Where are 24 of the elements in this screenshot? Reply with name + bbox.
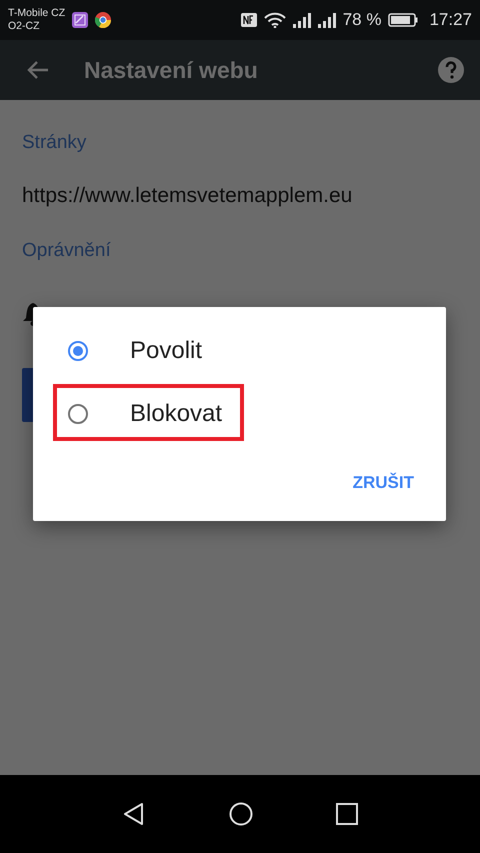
cancel-button[interactable]: ZRUŠIT xyxy=(340,467,426,499)
battery-percent: 78 % xyxy=(342,10,382,30)
option-label[interactable]: Blokovat xyxy=(130,400,222,428)
wifi-icon xyxy=(264,12,286,28)
option-label[interactable]: Povolit xyxy=(130,336,202,364)
clock-time: 17:27 xyxy=(429,10,472,30)
site-url: https://www.letemsvetemapplem.eu xyxy=(22,184,352,208)
battery-icon xyxy=(388,13,418,27)
help-icon[interactable] xyxy=(438,57,464,83)
carrier-name: T-Mobile CZ xyxy=(8,7,66,20)
signal-icon xyxy=(292,12,311,28)
home-icon[interactable] xyxy=(228,802,253,826)
radio-button[interactable] xyxy=(68,340,88,360)
section-heading: Oprávnění xyxy=(22,240,111,262)
signal-icon xyxy=(318,12,336,28)
browser-icon xyxy=(95,12,112,28)
section-heading: Stránky xyxy=(22,132,86,154)
screen-title: Nastavení webu xyxy=(84,56,259,84)
nfc-icon xyxy=(240,13,257,27)
carrier-name: O2-CZ xyxy=(8,20,40,33)
recents-icon[interactable] xyxy=(336,803,358,825)
gallery-icon xyxy=(72,12,88,28)
radio-button[interactable] xyxy=(68,404,88,424)
back-icon[interactable] xyxy=(122,802,146,826)
